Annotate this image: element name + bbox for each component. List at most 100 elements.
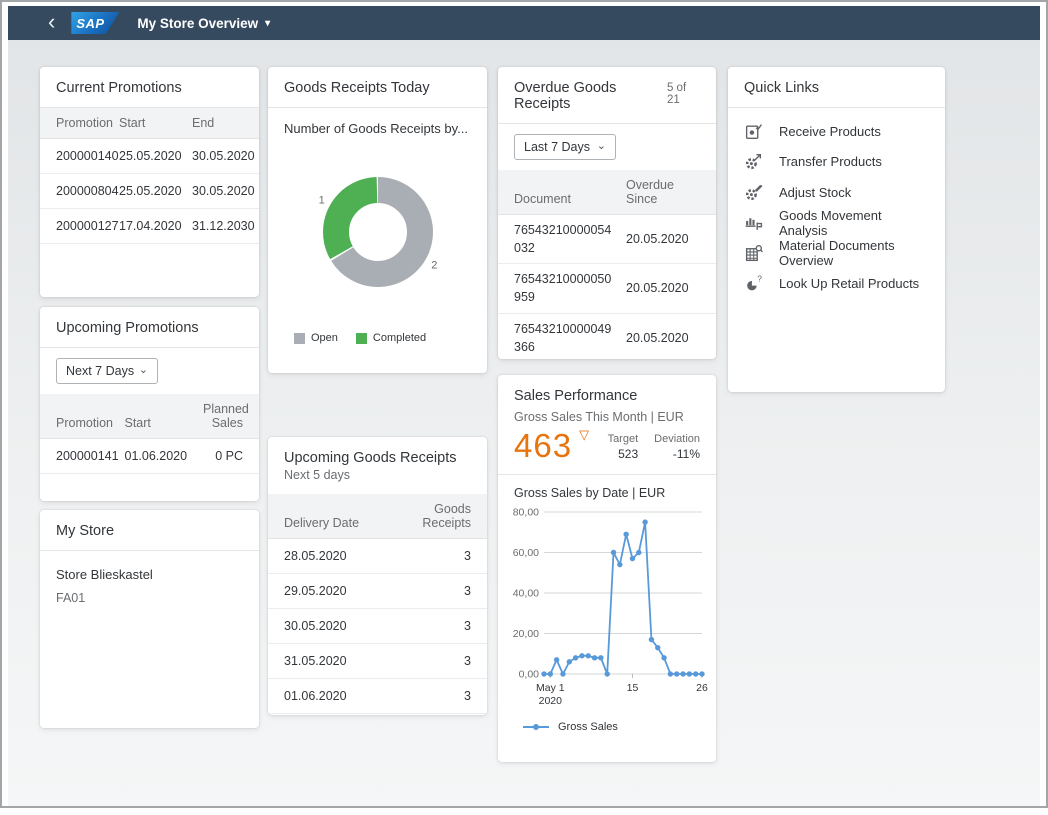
transfer-products-icon [744, 152, 763, 171]
quick-link-goods-movement-analysis[interactable]: Goods Movement Analysis [744, 208, 929, 239]
deviation-label: Deviation [654, 433, 700, 445]
chevron-down-icon: ⌄ [597, 139, 606, 152]
svg-text:40,00: 40,00 [513, 588, 539, 600]
line-legend-label: Gross Sales [558, 721, 618, 733]
table-cell: 30.05.2020 [186, 139, 259, 174]
table-row[interactable]: 30.05.20203 [268, 609, 487, 644]
table-cell: 31.12.2030 [186, 209, 259, 244]
table-row[interactable]: 20000014025.05.202030.05.2020 [40, 139, 259, 174]
table-row[interactable]: 7654321000005403220.05.2020 [498, 215, 716, 264]
column-header: End [186, 108, 259, 139]
table-cell: 20.05.2020 [620, 264, 716, 313]
table-cell: 25.05.2020 [113, 174, 186, 209]
row-count-badge: 5 of 21 [667, 82, 700, 106]
table-cell: 29.05.2020 [268, 574, 378, 609]
sales-performance-card[interactable]: Sales Performance Gross Sales This Month… [498, 375, 716, 762]
sap-logo-text: SAP [76, 16, 104, 31]
column-header: Goods Receipts [378, 494, 488, 539]
deviation-value: -11% [673, 447, 700, 461]
svg-text:0,00: 0,00 [519, 669, 540, 681]
svg-text:80,00: 80,00 [513, 507, 539, 519]
table-cell: 3 [378, 609, 488, 644]
quick-links-list: Receive Products Transfer Products Adjust … [728, 108, 945, 307]
legend-item: Open [294, 332, 338, 344]
card-title: Quick Links [728, 67, 945, 108]
legend-swatch [294, 333, 305, 344]
svg-text:15: 15 [627, 682, 639, 694]
svg-text:2: 2 [431, 260, 437, 272]
table-cell: 76543210000049366 [498, 313, 620, 359]
table-row[interactable]: 29.05.20203 [268, 574, 487, 609]
column-header: Delivery Date [268, 494, 378, 539]
quick-link-label: Transfer Products [779, 154, 882, 169]
page-title: My Store Overview [137, 16, 258, 31]
table-cell: 31.05.2020 [268, 644, 378, 679]
table-cell: 01.06.2020 [268, 679, 378, 714]
quick-link-label: Goods Movement Analysis [779, 208, 929, 238]
current-promotions-table: PromotionStartEnd 20000014025.05.202030.… [40, 108, 259, 244]
table-row[interactable]: 20000014101.06.20200 PC [40, 439, 259, 474]
upcoming-promotions-filter-select[interactable]: Next 7 Days ⌄ [56, 358, 158, 384]
donut-chart-svg: 21 [268, 136, 487, 328]
chart-subtitle: Number of Goods Receipts by... [268, 108, 487, 136]
svg-text:?: ? [757, 274, 762, 283]
table-cell: 30.05.2020 [268, 609, 378, 644]
my-store-card[interactable]: My Store Store Blieskastel FA01 [40, 510, 259, 728]
chevron-down-icon: ⌄ [139, 363, 148, 376]
table-cell: 3 [378, 574, 488, 609]
table-row[interactable]: 28.05.20203 [268, 539, 487, 574]
receive-products-icon [744, 122, 763, 141]
table-cell: 3 [378, 679, 488, 714]
card-title: Upcoming Promotions [40, 307, 259, 348]
table-row[interactable]: 7654321000004936620.05.2020 [498, 313, 716, 359]
table-cell: 76543210000054032 [498, 215, 620, 264]
look-up-retail-products-icon: ? [744, 274, 763, 293]
quick-link-transfer-products[interactable]: Transfer Products [744, 147, 929, 178]
svg-text:26: 26 [696, 682, 708, 694]
store-id: FA01 [56, 591, 243, 605]
table-row[interactable]: 7654321000005095920.05.2020 [498, 264, 716, 313]
column-header: Start [119, 394, 198, 439]
table-row[interactable]: 01.06.20203 [268, 679, 487, 714]
quick-link-receive-products[interactable]: Receive Products [744, 116, 929, 147]
column-header: Start [113, 108, 186, 139]
table-cell: 28.05.2020 [268, 539, 378, 574]
table-cell: 0 PC [197, 439, 259, 474]
material-documents-overview-icon [744, 244, 763, 263]
column-header: Document [498, 170, 620, 215]
table-row[interactable]: 31.05.20203 [268, 644, 487, 679]
column-header: Promotion [40, 108, 113, 139]
table-cell: 3 [378, 539, 488, 574]
svg-text:1: 1 [319, 195, 325, 207]
quick-link-label: Material Documents Overview [779, 238, 929, 268]
table-cell: 20.05.2020 [620, 313, 716, 359]
table-cell: 3 [378, 644, 488, 679]
current-promotions-card[interactable]: Current Promotions PromotionStartEnd 200… [40, 67, 259, 297]
overdue-filter-select[interactable]: Last 7 Days ⌄ [514, 134, 616, 160]
quick-link-look-up-retail-products[interactable]: ?Look Up Retail Products [744, 269, 929, 300]
line-chart-svg: 0,0020,0040,0060,0080,00May 120201526 [506, 502, 708, 714]
goods-movement-analysis-icon [744, 213, 763, 232]
goods-receipts-today-card[interactable]: Goods Receipts Today Number of Goods Rec… [268, 67, 487, 373]
quick-link-material-documents-overview[interactable]: Material Documents Overview [744, 238, 929, 269]
legend-item: Completed [356, 332, 426, 344]
quick-link-adjust-stock[interactable]: Adjust Stock [744, 177, 929, 208]
overdue-goods-receipts-card[interactable]: Overdue Goods Receipts 5 of 21 Last 7 Da… [498, 67, 716, 359]
back-icon[interactable]: ‹ [48, 12, 55, 32]
table-row[interactable]: 20000012717.04.202031.12.2030 [40, 209, 259, 244]
quick-links-card: Quick Links Receive Products Transfer Pro… [728, 67, 945, 392]
sap-logo[interactable]: SAP [71, 12, 119, 34]
app-title-menu[interactable]: My Store Overview ▾ [137, 16, 270, 31]
svg-text:May 1: May 1 [536, 682, 565, 694]
upcoming-promotions-card[interactable]: Upcoming Promotions Next 7 Days ⌄ Promot… [40, 307, 259, 501]
column-header: Promotion [40, 394, 119, 439]
table-row[interactable]: 20000080425.05.202030.05.2020 [40, 174, 259, 209]
svg-text:2020: 2020 [539, 695, 563, 707]
chevron-down-icon: ▾ [265, 18, 270, 29]
line-chart-legend: Gross Sales [498, 719, 716, 745]
screenshot-frame: ‹ SAP My Store Overview ▾ Current Promot… [0, 0, 1048, 808]
upcoming-goods-receipts-card[interactable]: Upcoming Goods Receipts Next 5 days Deli… [268, 437, 487, 715]
donut-chart: 21 [268, 136, 487, 328]
kpi-subtitle: Gross Sales This Month | EUR [498, 408, 716, 426]
table-cell: 01.06.2020 [119, 439, 198, 474]
